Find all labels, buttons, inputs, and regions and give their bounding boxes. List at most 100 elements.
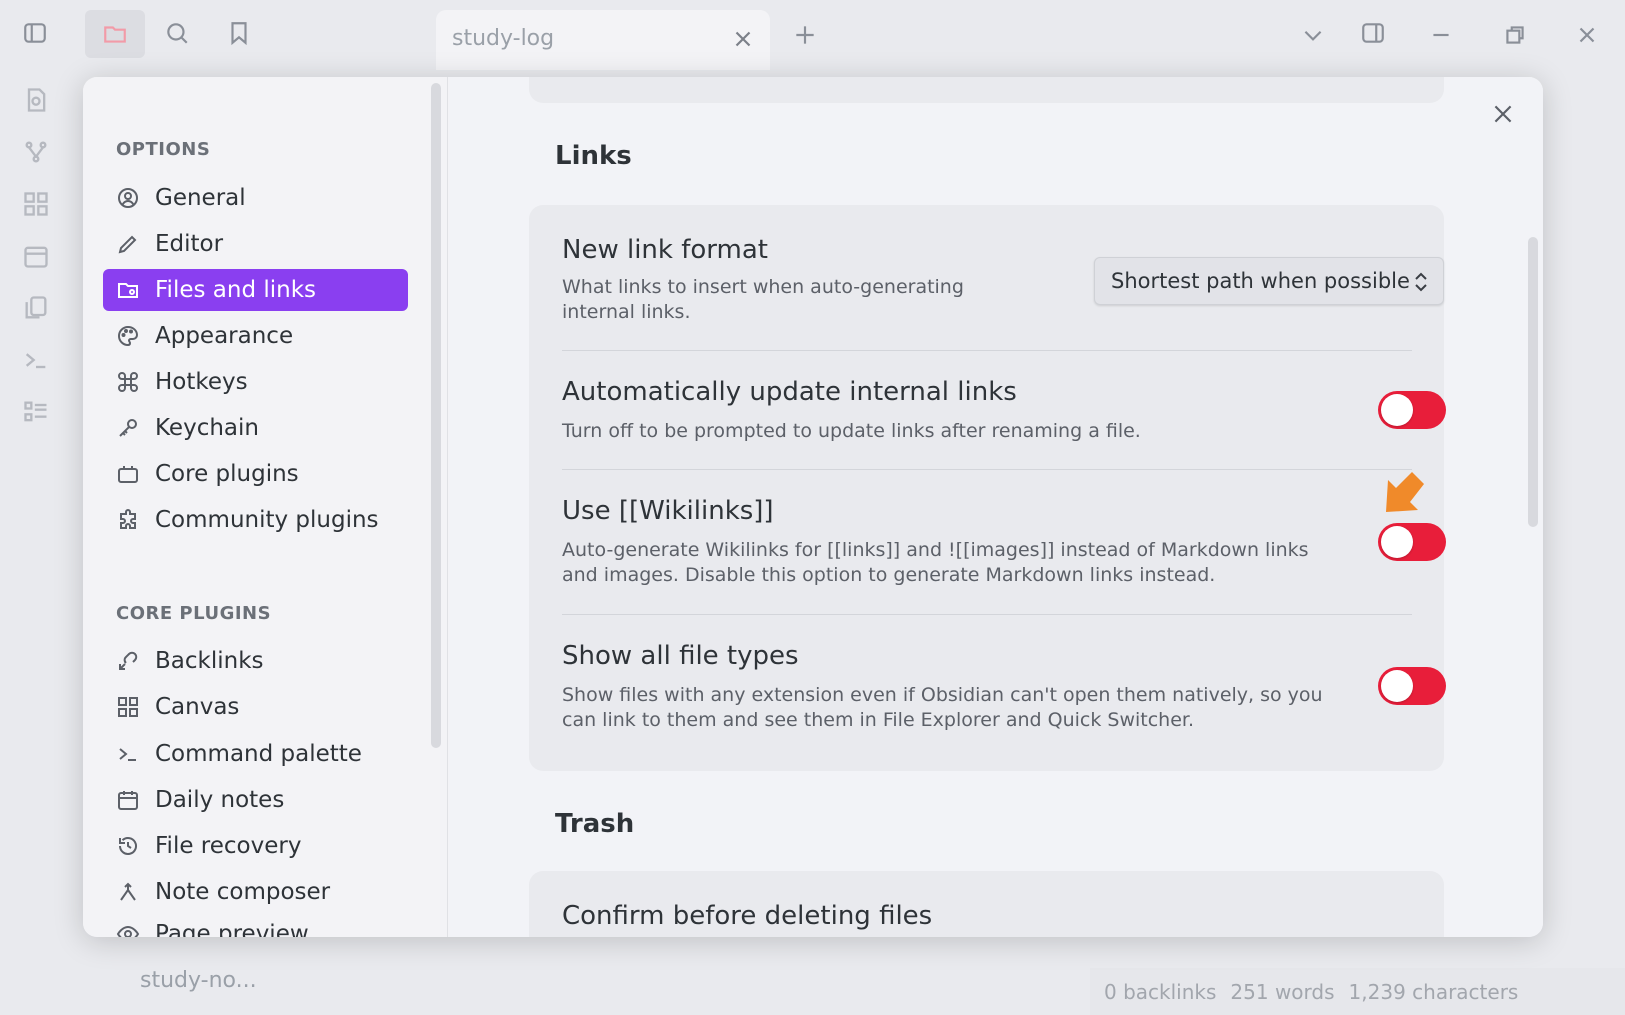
setting-name: New link format xyxy=(562,235,768,265)
command-palette-icon[interactable] xyxy=(22,346,52,376)
previous-section-card xyxy=(529,77,1444,103)
tab-study-log[interactable]: study-log xyxy=(436,10,770,70)
setting-name: Confirm before deleting files xyxy=(562,901,933,931)
close-icon xyxy=(1494,105,1512,123)
bookmark-icon[interactable] xyxy=(224,18,254,48)
minimize-icon[interactable] xyxy=(1426,20,1456,50)
setting-show-all-file-types: Show all file types Show files with any … xyxy=(562,639,1446,749)
settings-modal: OPTIONS General Editor Files and links A… xyxy=(83,77,1543,937)
sidebar-item-label: Editor xyxy=(155,231,224,257)
status-characters: 1,239 characters xyxy=(1348,979,1519,1004)
toggle-knob xyxy=(1381,526,1413,558)
sidebar-item-backlinks[interactable]: Backlinks xyxy=(103,640,408,682)
preview-icon xyxy=(115,921,141,937)
use-wikilinks-toggle[interactable] xyxy=(1378,523,1446,561)
sidebar-item-label: Keychain xyxy=(155,415,259,441)
sidebar-item-hotkeys[interactable]: Hotkeys xyxy=(103,361,408,403)
status-bar: 0 backlinks 251 words 1,239 characters xyxy=(1090,968,1625,1015)
setting-name: Show all file types xyxy=(562,641,799,671)
sidebar-item-files-and-links[interactable]: Files and links xyxy=(103,269,408,311)
files-folder-icon[interactable] xyxy=(85,10,145,58)
divider xyxy=(562,469,1412,470)
sidebar-item-label: Page preview xyxy=(155,921,309,937)
setting-desc: Show files with any extension even if Ob… xyxy=(562,684,1323,706)
outline-icon[interactable] xyxy=(22,398,52,428)
terminal-icon xyxy=(115,741,141,767)
modal-close-button[interactable] xyxy=(1486,97,1520,131)
setting-use-wikilinks: Use [[Wikilinks]] Auto-generate Wikilink… xyxy=(562,494,1446,594)
calendar-icon xyxy=(115,787,141,813)
title-bar: study-log xyxy=(0,0,1625,70)
tab-title: study-log xyxy=(452,26,555,51)
setting-desc: Turn off to be prompted to update links … xyxy=(562,420,1141,442)
sidebar-item-label: Daily notes xyxy=(155,787,285,813)
open-quick-switcher-icon[interactable] xyxy=(22,86,52,116)
sidebar-item-label: File recovery xyxy=(155,833,302,859)
sidebar-item-command-palette[interactable]: Command palette xyxy=(103,733,408,775)
setting-new-link-format: New link format What links to insert whe… xyxy=(562,233,1444,333)
chevron-down-icon[interactable] xyxy=(1298,20,1328,50)
calendar-icon[interactable] xyxy=(22,242,52,272)
setting-auto-update-links: Automatically update internal links Turn… xyxy=(562,375,1446,465)
sidebar-item-page-preview[interactable]: Page preview xyxy=(103,913,408,937)
pointer-arrow-icon xyxy=(1386,472,1424,512)
status-backlinks[interactable]: 0 backlinks xyxy=(1104,980,1216,1004)
search-icon[interactable] xyxy=(162,18,192,48)
sidebar-item-file-recovery[interactable]: File recovery xyxy=(103,825,408,867)
sidebar-item-label: Hotkeys xyxy=(155,369,248,395)
restore-icon[interactable] xyxy=(1500,20,1530,50)
sidebar-item-general[interactable]: General xyxy=(103,177,408,219)
sidebar-item-keychain[interactable]: Keychain xyxy=(103,407,408,449)
new-link-format-select[interactable]: Shortest path when possible xyxy=(1094,257,1444,305)
sidebar-scrollbar[interactable] xyxy=(431,83,441,748)
right-sidebar-icon[interactable] xyxy=(1358,18,1388,48)
sidebar-toggle-icon[interactable] xyxy=(20,18,50,48)
sidebar-item-appearance[interactable]: Appearance xyxy=(103,315,408,357)
sidebar-item-label: Core plugins xyxy=(155,461,299,487)
sidebar-item-label: Canvas xyxy=(155,694,240,720)
setting-confirm-delete: Confirm before deleting files xyxy=(562,899,1412,937)
setting-desc: internal links. xyxy=(562,301,691,323)
sidebar-item-label: Note composer xyxy=(155,879,331,905)
window-close-icon[interactable] xyxy=(1572,20,1602,50)
merge-icon xyxy=(115,879,141,905)
options-heading: OPTIONS xyxy=(116,139,211,160)
sidebar-item-editor[interactable]: Editor xyxy=(103,223,408,265)
toggle-knob xyxy=(1381,394,1413,426)
grid-icon xyxy=(115,694,141,720)
show-all-file-types-toggle[interactable] xyxy=(1378,667,1446,705)
trash-heading: Trash xyxy=(555,809,635,839)
auto-update-links-toggle[interactable] xyxy=(1378,391,1446,429)
sidebar-item-core-plugins[interactable]: Core plugins xyxy=(103,453,408,495)
vault-name[interactable]: study-no... xyxy=(140,968,257,993)
new-tab-icon[interactable] xyxy=(790,20,820,50)
setting-desc: and images. Disable this option to gener… xyxy=(562,564,1216,586)
sidebar-item-daily-notes[interactable]: Daily notes xyxy=(103,779,408,821)
palette-icon xyxy=(115,323,141,349)
user-circle-icon xyxy=(115,185,141,211)
sidebar-item-community-plugins[interactable]: Community plugins xyxy=(103,499,408,541)
sidebar-item-canvas[interactable]: Canvas xyxy=(103,686,408,728)
trash-card: Confirm before deleting files xyxy=(529,871,1444,937)
links-heading: Links xyxy=(555,141,632,171)
backlink-icon xyxy=(115,648,141,674)
canvas-icon[interactable] xyxy=(22,190,52,220)
toggle-knob xyxy=(1381,670,1413,702)
sidebar-item-label: Command palette xyxy=(155,741,362,767)
setting-name: Automatically update internal links xyxy=(562,377,1017,407)
puzzle-icon xyxy=(115,507,141,533)
key-icon xyxy=(115,415,141,441)
setting-name: Use [[Wikilinks]] xyxy=(562,496,774,526)
templates-icon[interactable] xyxy=(22,294,52,324)
folder-cog-icon xyxy=(115,277,141,303)
sidebar-item-label: Community plugins xyxy=(155,507,379,533)
divider xyxy=(562,350,1412,351)
ribbon xyxy=(0,68,72,1015)
tab-close-icon[interactable] xyxy=(730,26,756,52)
select-value: Shortest path when possible xyxy=(1111,269,1410,293)
sidebar-item-note-composer[interactable]: Note composer xyxy=(103,871,408,913)
content-scrollbar[interactable] xyxy=(1528,237,1538,527)
sidebar-item-label: Backlinks xyxy=(155,648,264,674)
graph-view-icon[interactable] xyxy=(22,138,52,168)
history-icon xyxy=(115,833,141,859)
